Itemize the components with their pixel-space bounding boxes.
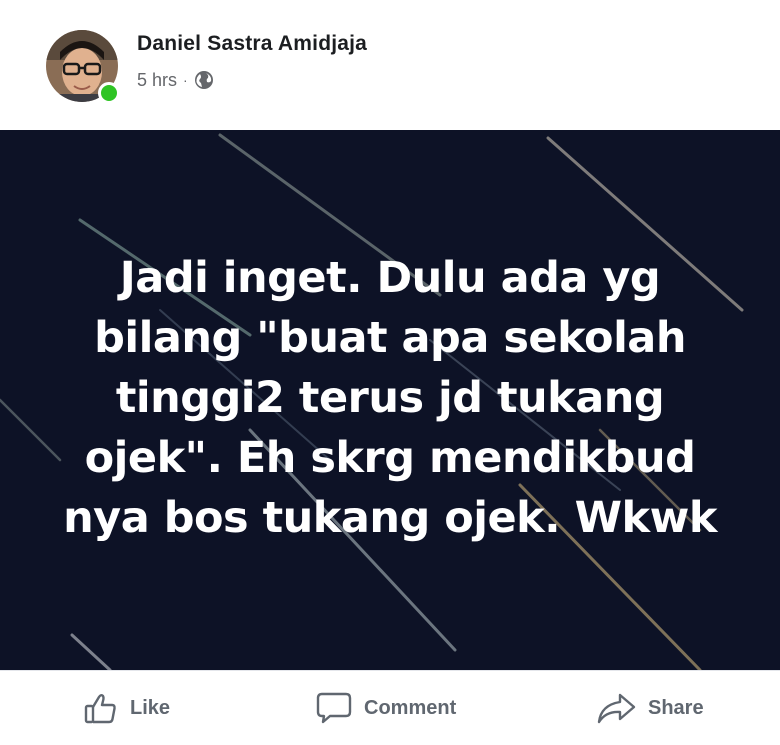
post-header: Daniel Sastra Amidjaja 5 hrs · [0, 0, 780, 130]
comment-button[interactable]: Comment [316, 671, 456, 745]
globe-icon [194, 70, 214, 90]
post-timestamp[interactable]: 5 hrs [137, 70, 177, 91]
like-label: Like [130, 696, 171, 719]
online-status-indicator [98, 82, 120, 104]
post-image[interactable]: Jadi inget. Dulu ada yg bilang "buat apa… [0, 130, 780, 670]
post-action-bar: Like Comment Share [0, 670, 780, 744]
speech-bubble-icon [316, 692, 352, 724]
image-text-line: tinggi2 terus jd tukang [115, 373, 665, 423]
post-meta: 5 hrs · [137, 68, 214, 92]
thumbs-up-icon [84, 694, 116, 724]
image-text-line: ojek". Eh skrg mendikbud [84, 433, 696, 483]
author-name[interactable]: Daniel Sastra Amidjaja [137, 32, 367, 56]
share-label: Share [648, 696, 704, 719]
comment-label: Comment [364, 696, 457, 719]
meta-separator: · [183, 72, 188, 88]
share-arrow-icon [597, 693, 636, 724]
like-button[interactable]: Like [84, 671, 170, 745]
share-button[interactable]: Share [596, 671, 704, 745]
image-text-line: bilang "buat apa sekolah [94, 313, 686, 363]
image-text-line: Jadi inget. Dulu ada yg [119, 253, 661, 303]
image-text-line: nya bos tukang ojek. Wkwk [63, 493, 717, 543]
image-quote-text: Jadi inget. Dulu ada yg bilang "buat apa… [0, 248, 780, 548]
